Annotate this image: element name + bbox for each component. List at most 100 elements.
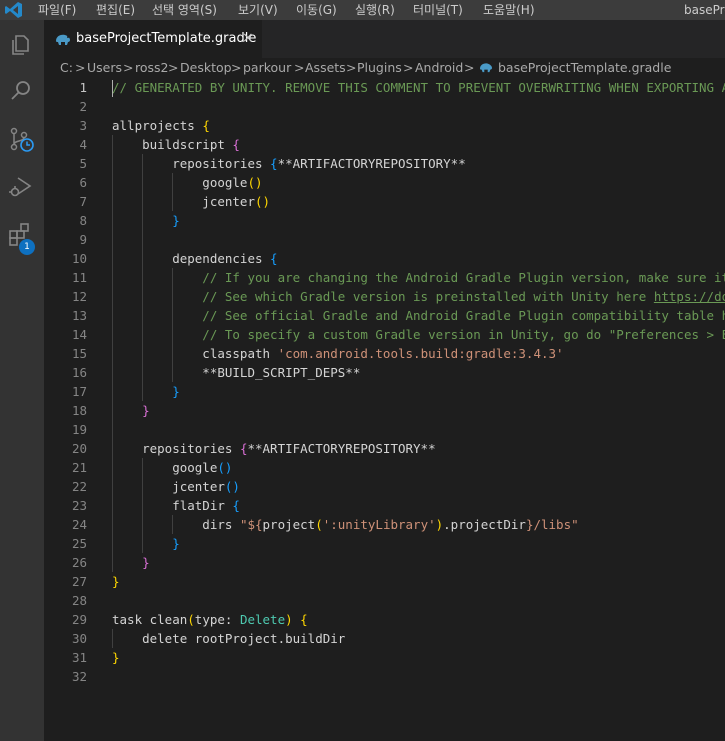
line-number: 1 (79, 80, 87, 95)
menu-go[interactable]: 이동(G) (296, 0, 337, 20)
code-line[interactable]: delete rootProject.buildDir (112, 629, 345, 648)
breadcrumb-separator: > (294, 60, 305, 75)
menu-selection[interactable]: 선택 영역(S) (152, 0, 217, 20)
code-token: ( (187, 612, 195, 627)
code-line[interactable]: google() (112, 458, 232, 477)
breadcrumb-item-android[interactable]: Android (415, 60, 463, 75)
code-line[interactable]: // GENERATED BY UNITY. REMOVE THIS COMME… (112, 78, 725, 97)
breadcrumb-separator: > (123, 60, 134, 75)
menu-edit[interactable]: 편집(E) (96, 0, 135, 20)
code-token: .projectDir (443, 517, 526, 532)
code-token: buildscript (112, 137, 233, 152)
code-line[interactable]: **BUILD_SCRIPT_DEPS** (112, 363, 360, 382)
code-line[interactable]: dependencies { (112, 249, 278, 268)
code-line[interactable]: } (112, 382, 180, 401)
gradle-file-icon (56, 34, 70, 45)
breadcrumb-item-ross2[interactable]: ross2 (135, 60, 169, 75)
code-line[interactable]: repositories {**ARTIFACTORYREPOSITORY** (112, 154, 466, 173)
code-token: **ARTIFACTORYREPOSITORY** (247, 441, 436, 456)
code-line[interactable]: } (112, 553, 150, 572)
code-line[interactable]: jcenter() (112, 477, 240, 496)
code-line[interactable]: repositories {**ARTIFACTORYREPOSITORY** (112, 439, 436, 458)
text-cursor (112, 80, 113, 97)
run-debug-button[interactable] (0, 166, 44, 210)
menu-view[interactable]: 보기(V) (238, 0, 278, 20)
breadcrumb-item-parkour[interactable]: parkour (243, 60, 291, 75)
search-button[interactable] (0, 70, 44, 114)
code-line[interactable]: // See which Gradle version is preinstal… (112, 287, 725, 306)
code-line[interactable]: buildscript { (112, 135, 240, 154)
code-token: dependencies (112, 251, 271, 266)
line-number: 17 (71, 384, 87, 399)
code-token: repositories (112, 441, 240, 456)
source-control-icon (10, 127, 34, 152)
code-token: } (142, 555, 150, 570)
menu-terminal[interactable]: 터미널(T) (413, 0, 463, 20)
breadcrumb-separator: > (464, 60, 475, 75)
code-line[interactable]: // If you are changing the Android Gradl… (112, 268, 725, 287)
line-number: 29 (71, 612, 87, 627)
explorer-icon (12, 35, 29, 55)
code-line[interactable]: allprojects { (112, 116, 210, 135)
code-line[interactable]: google() (112, 173, 263, 192)
code-token: ':unityLibrary' (322, 517, 436, 532)
code-line[interactable]: jcenter() (112, 192, 270, 211)
line-number: 28 (71, 593, 87, 608)
code-line[interactable]: } (112, 648, 120, 667)
line-number: 4 (79, 137, 87, 152)
tab-baseprojecttemplate-gradle[interactable]: baseProjectTemplate.gradle × (44, 20, 262, 58)
breadcrumb-item-desktop[interactable]: Desktop (180, 60, 232, 75)
code-token: https://docs.unity3d.com/Manual/android-… (653, 289, 725, 304)
line-number: 16 (71, 365, 87, 380)
breadcrumb: C: > Users > ross2 > Desktop > parkour >… (44, 58, 725, 78)
tab-label: baseProjectTemplate.gradle (76, 31, 257, 46)
code-line[interactable]: flatDir { (112, 496, 240, 515)
code-token: { (270, 156, 278, 171)
code-line[interactable]: } (112, 572, 120, 591)
window-title: basePro (684, 3, 725, 17)
code-line[interactable]: dirs "${project(':unityLibrary').project… (112, 515, 579, 534)
code-token: jcenter (112, 194, 255, 209)
menu-file[interactable]: 파일(F) (38, 0, 76, 20)
code-editor[interactable]: 1 2 3 4 5 6 7 8 9 10 11 12 13 14 15 16 17 18 19 20 21 22 23 24 2… (44, 78, 725, 741)
line-number: 23 (71, 498, 87, 513)
breadcrumb-item-users[interactable]: Users (87, 60, 122, 75)
breadcrumb-item-assets[interactable]: Assets (305, 60, 346, 75)
explorer-button[interactable] (0, 24, 44, 68)
code-token: google (112, 460, 218, 475)
code-line[interactable]: // See official Gradle and Android Gradl… (112, 306, 725, 325)
code-token: } (172, 384, 180, 399)
code-line[interactable]: } (112, 211, 180, 230)
code-token: { (232, 498, 240, 513)
code-token: // To specify a custom Gradle version in… (202, 327, 725, 342)
code-token: }/libs" (525, 517, 579, 532)
code-token: "${ (239, 517, 263, 532)
code-token: () (247, 175, 263, 190)
code-line[interactable]: } (112, 401, 150, 420)
code-line[interactable]: // To specify a custom Gradle version in… (112, 325, 725, 344)
line-number: 24 (71, 517, 87, 532)
code-line[interactable]: task clean(type: Delete) { (112, 610, 308, 629)
code-token: // See which Gradle version is preinstal… (112, 289, 654, 304)
code-token: // See official Gradle and Android Gradl… (202, 308, 725, 323)
line-number: 20 (71, 441, 87, 456)
code-line[interactable]: } (112, 534, 180, 553)
code-token: { (270, 251, 278, 266)
search-icon (11, 81, 30, 100)
code-token: } (112, 574, 120, 589)
line-number: 15 (71, 346, 87, 361)
code-line[interactable]: classpath 'com.android.tools.build:gradl… (112, 344, 563, 363)
tab-close-icon[interactable]: × (242, 30, 254, 46)
line-number: 25 (71, 536, 87, 551)
breadcrumb-item-file[interactable]: baseProjectTemplate.gradle (498, 60, 671, 75)
breadcrumb-item-plugins[interactable]: Plugins (357, 60, 402, 75)
source-control-button[interactable] (0, 118, 44, 162)
menu-run[interactable]: 실행(R) (355, 0, 395, 20)
breadcrumb-item-drive[interactable]: C: (60, 60, 73, 75)
extensions-button[interactable]: 1 (0, 214, 44, 258)
line-number: 9 (79, 232, 87, 247)
menu-help[interactable]: 도움말(H) (483, 0, 535, 20)
code-token: // GENERATED BY UNITY. REMOVE THIS COMME… (112, 80, 725, 95)
